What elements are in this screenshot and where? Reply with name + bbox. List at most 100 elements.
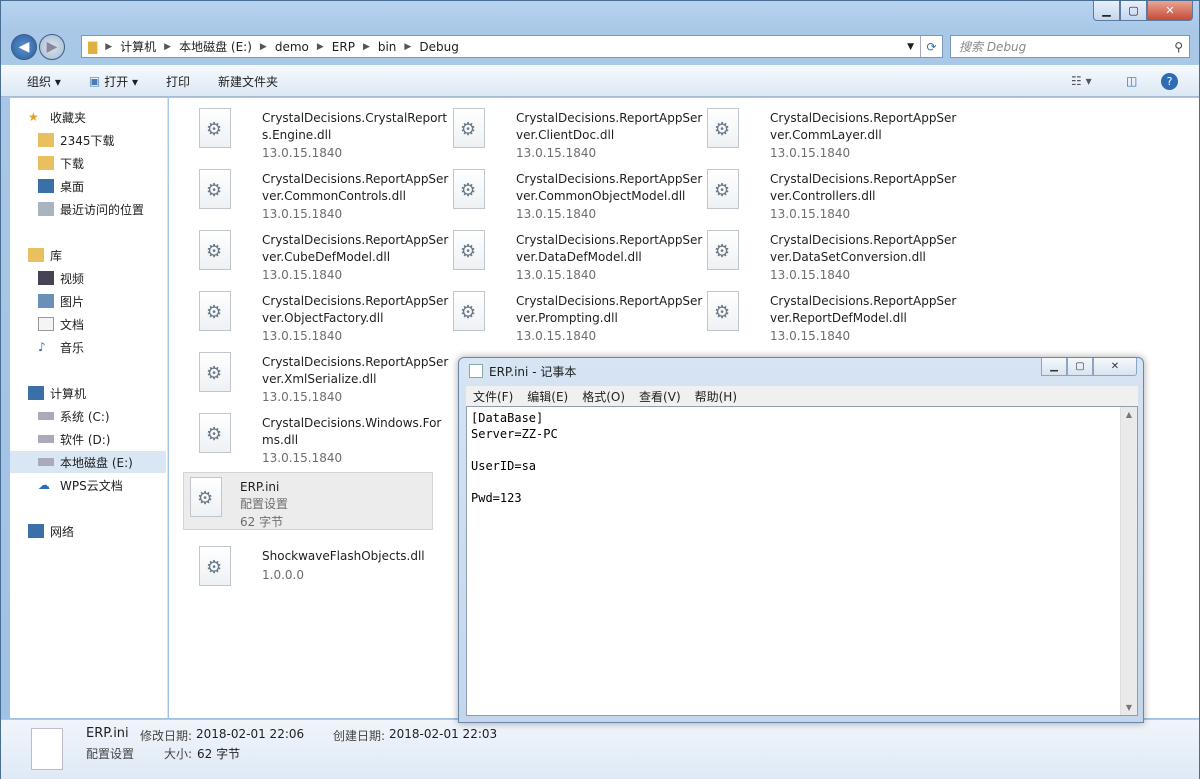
notepad-title: ERP.ini - 记事本 bbox=[489, 365, 577, 379]
cloud-icon: ☁ bbox=[38, 478, 50, 492]
new-folder-button[interactable]: 新建文件夹 bbox=[218, 73, 278, 90]
menu-view[interactable]: 查看(V) bbox=[639, 388, 681, 405]
ini-file-icon bbox=[31, 728, 63, 770]
dll-file-icon bbox=[707, 169, 739, 209]
menu-file[interactable]: 文件(F) bbox=[473, 388, 513, 405]
dll-file-icon bbox=[453, 230, 485, 270]
file-item[interactable]: CrystalDecisions.ReportAppServer.XmlSeri… bbox=[191, 348, 448, 406]
minimize-button[interactable]: ▁ bbox=[1093, 1, 1120, 21]
notepad-maximize-button[interactable]: ▢ bbox=[1067, 358, 1093, 376]
video-icon bbox=[38, 271, 54, 285]
file-item[interactable]: CrystalDecisions.ReportAppServer.CommLay… bbox=[699, 104, 956, 162]
notepad-minimize-button[interactable]: ▁ bbox=[1041, 358, 1067, 376]
dll-file-icon bbox=[199, 413, 231, 453]
file-item[interactable]: CrystalDecisions.ReportAppServer.ReportD… bbox=[699, 287, 956, 345]
drive-icon bbox=[38, 458, 54, 466]
folder-icon: ▇ bbox=[88, 39, 98, 54]
maximize-button[interactable]: ▢ bbox=[1120, 1, 1147, 21]
sidebar-network[interactable]: 网络 bbox=[28, 520, 184, 542]
print-button[interactable]: 打印 bbox=[166, 73, 190, 90]
network-icon bbox=[28, 524, 44, 538]
menu-format[interactable]: 格式(O) bbox=[582, 388, 625, 405]
pictures-icon bbox=[38, 294, 54, 308]
file-item[interactable]: CrystalDecisions.ReportAppServer.Prompti… bbox=[445, 287, 702, 345]
notepad-content: [DataBase] Server=ZZ-PC UserID=sa Pwd=12… bbox=[471, 411, 558, 505]
help-icon[interactable]: ? bbox=[1161, 72, 1178, 90]
forward-button[interactable]: ▶ bbox=[39, 34, 65, 60]
breadcrumb-demo[interactable]: demo bbox=[275, 40, 309, 54]
dll-file-icon bbox=[199, 230, 231, 270]
library-icon bbox=[28, 248, 44, 262]
window-controls: ▁ ▢ ✕ bbox=[1093, 1, 1193, 21]
open-icon: ▣ bbox=[88, 74, 101, 88]
breadcrumb-bin[interactable]: bin bbox=[378, 40, 397, 54]
star-icon: ★ bbox=[28, 110, 39, 124]
dll-file-icon bbox=[453, 291, 485, 331]
drive-icon bbox=[38, 412, 54, 420]
file-item[interactable]: CrystalDecisions.ReportAppServer.ObjectF… bbox=[191, 287, 448, 345]
breadcrumb-computer[interactable]: 计算机 bbox=[120, 38, 156, 55]
menu-help[interactable]: 帮助(H) bbox=[695, 388, 737, 405]
notepad-window: ERP.ini - 记事本 ▁ ▢ ✕ 文件(F) 编辑(E) 格式(O) 查看… bbox=[458, 357, 1144, 723]
file-item[interactable]: CrystalDecisions.Windows.Forms.dll13.0.1… bbox=[191, 409, 441, 467]
sidebar-libraries[interactable]: 库 bbox=[28, 244, 184, 266]
notepad-close-button[interactable]: ✕ bbox=[1093, 358, 1137, 376]
navigation-pane: ★ 收藏夹 2345下载 下载 桌面 最近访问的位置 库 视频 图片 文档 ♪ 音乐… bbox=[10, 98, 168, 718]
breadcrumb-drive[interactable]: 本地磁盘 (E:) bbox=[179, 38, 252, 55]
scroll-down-icon[interactable]: ▼ bbox=[1121, 703, 1137, 712]
breadcrumb-erp[interactable]: ERP bbox=[332, 40, 355, 54]
dll-file-icon bbox=[707, 108, 739, 148]
command-bar: 组织 ▾ ▣ 打开 ▾ 打印 新建文件夹 ☷ ▾ ◫ ? bbox=[1, 65, 1199, 97]
search-input[interactable]: 搜索 Debug ⚲ bbox=[950, 35, 1190, 58]
computer-icon bbox=[28, 386, 44, 400]
preview-pane-icon[interactable]: ◫ bbox=[1126, 74, 1137, 88]
desktop-icon bbox=[38, 179, 54, 193]
file-item[interactable]: CrystalDecisions.CrystalReports.Engine.d… bbox=[191, 104, 447, 162]
file-item[interactable]: CrystalDecisions.ReportAppServer.DataSet… bbox=[699, 226, 956, 284]
dll-file-icon bbox=[199, 352, 231, 392]
documents-icon bbox=[38, 317, 54, 331]
dll-file-icon bbox=[453, 108, 485, 148]
dll-file-icon bbox=[199, 291, 231, 331]
file-item[interactable]: CrystalDecisions.ReportAppServer.ClientD… bbox=[445, 104, 702, 162]
breadcrumb-debug[interactable]: Debug bbox=[419, 40, 458, 54]
dll-file-icon bbox=[199, 108, 231, 148]
menu-edit[interactable]: 编辑(E) bbox=[527, 388, 568, 405]
chevron-down-icon[interactable]: ▼ bbox=[907, 42, 914, 52]
dll-file-icon bbox=[199, 169, 231, 209]
sidebar-item-drive-e[interactable]: 本地磁盘 (E:) bbox=[10, 451, 166, 473]
recent-places-icon bbox=[38, 202, 54, 216]
ini-file-icon bbox=[190, 477, 222, 517]
dll-file-icon bbox=[707, 291, 739, 331]
organize-button[interactable]: 组织 ▾ bbox=[27, 73, 61, 90]
drive-icon bbox=[38, 435, 54, 443]
file-item[interactable]: CrystalDecisions.ReportAppServer.CommonO… bbox=[445, 165, 702, 223]
file-item[interactable]: CrystalDecisions.ReportAppServer.Control… bbox=[699, 165, 956, 223]
search-icon: ⚲ bbox=[1174, 39, 1183, 54]
file-item[interactable]: CrystalDecisions.ReportAppServer.CubeDef… bbox=[191, 226, 448, 284]
sidebar-computer[interactable]: 计算机 bbox=[28, 382, 184, 404]
vertical-scrollbar[interactable]: ▲ ▼ bbox=[1120, 407, 1137, 715]
scroll-up-icon[interactable]: ▲ bbox=[1121, 410, 1137, 419]
sidebar-favorites[interactable]: ★ 收藏夹 bbox=[28, 106, 184, 128]
notepad-text-area[interactable]: [DataBase] Server=ZZ-PC UserID=sa Pwd=12… bbox=[466, 406, 1138, 716]
notepad-icon bbox=[469, 364, 483, 378]
refresh-icon[interactable]: ⟳ bbox=[920, 36, 942, 57]
details-pane: ERP.ini 配置设置 修改日期: 2018-02-01 22:06 创建日期… bbox=[1, 719, 1199, 779]
notepad-menu-bar: 文件(F) 编辑(E) 格式(O) 查看(V) 帮助(H) bbox=[466, 386, 1138, 406]
dll-file-icon bbox=[199, 546, 231, 586]
folder-icon bbox=[38, 133, 54, 147]
file-item[interactable]: ShockwaveFlashObjects.dll1.0.0.0 bbox=[191, 542, 441, 600]
open-button[interactable]: ▣ 打开 ▾ bbox=[89, 73, 138, 90]
file-item[interactable]: CrystalDecisions.ReportAppServer.DataDef… bbox=[445, 226, 702, 284]
folder-icon bbox=[38, 156, 54, 170]
notepad-window-controls: ▁ ▢ ✕ bbox=[1041, 358, 1137, 376]
file-item-selected[interactable]: ERP.ini配置设置62 字节 bbox=[183, 472, 433, 530]
music-icon: ♪ bbox=[38, 340, 46, 354]
back-button[interactable]: ◀ bbox=[11, 34, 37, 60]
file-item[interactable]: CrystalDecisions.ReportAppServer.CommonC… bbox=[191, 165, 448, 223]
view-options-icon[interactable]: ☷ ▾ bbox=[1071, 74, 1092, 88]
close-button[interactable]: ✕ bbox=[1147, 1, 1193, 21]
address-bar[interactable]: ▇ ▶ 计算机 ▶ 本地磁盘 (E:) ▶ demo ▶ ERP ▶ bin ▶ Debu… bbox=[81, 35, 943, 58]
dll-file-icon bbox=[707, 230, 739, 270]
